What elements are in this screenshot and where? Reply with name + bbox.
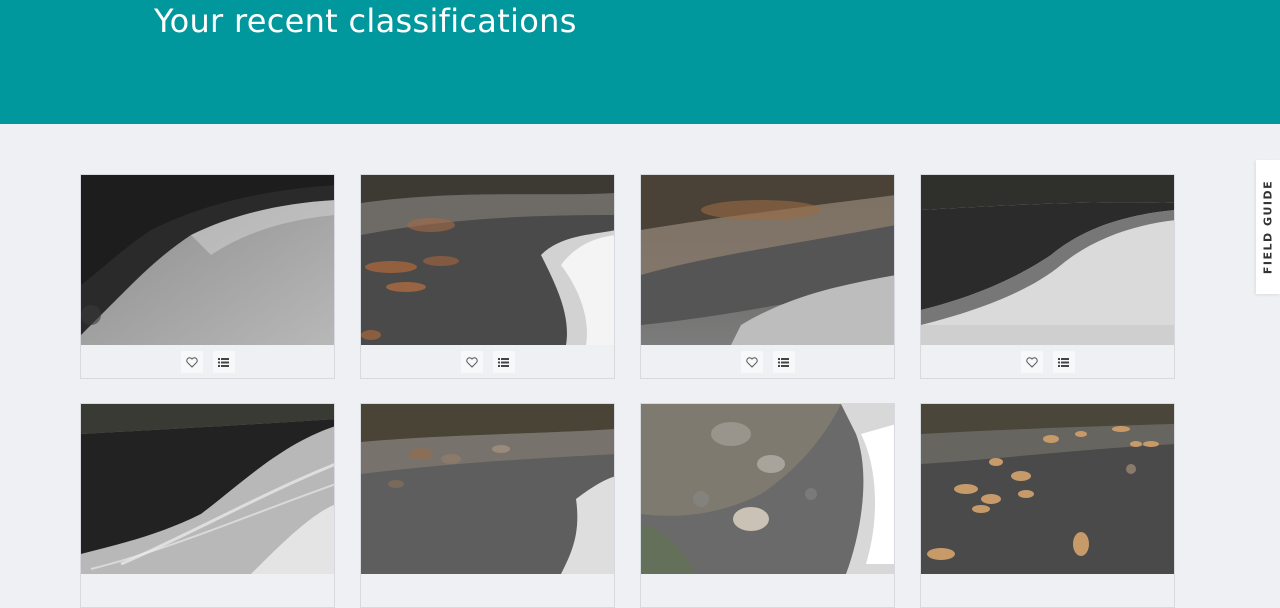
classification-card[interactable]	[920, 403, 1175, 608]
heart-outline-icon	[1025, 356, 1038, 368]
add-to-collection-button[interactable]	[772, 351, 795, 373]
subject-thumbnail[interactable]	[361, 404, 614, 574]
card-actions	[81, 345, 334, 379]
favorite-button[interactable]	[180, 351, 203, 373]
subject-thumbnail[interactable]	[81, 175, 334, 345]
page-header: Your recent classifications	[0, 0, 1280, 124]
list-icon	[1058, 357, 1069, 367]
heart-outline-icon	[185, 356, 198, 368]
field-guide-label: FIELD GUIDE	[1261, 179, 1275, 275]
classification-card[interactable]	[360, 403, 615, 608]
favorite-button[interactable]	[740, 351, 763, 373]
subject-thumbnail[interactable]	[81, 404, 334, 574]
classification-card[interactable]	[80, 403, 335, 608]
card-actions	[641, 345, 894, 379]
add-to-collection-button[interactable]	[1052, 351, 1075, 373]
favorite-button[interactable]	[1020, 351, 1043, 373]
classification-card[interactable]	[80, 174, 335, 379]
classifications-grid	[80, 174, 1176, 608]
subject-thumbnail[interactable]	[641, 175, 894, 345]
subject-thumbnail[interactable]	[921, 175, 1174, 345]
favorite-button[interactable]	[460, 351, 483, 373]
heart-outline-icon	[465, 356, 478, 368]
subject-thumbnail[interactable]	[641, 404, 894, 574]
subject-thumbnail[interactable]	[921, 404, 1174, 574]
subject-thumbnail[interactable]	[361, 175, 614, 345]
add-to-collection-button[interactable]	[492, 351, 515, 373]
list-icon	[218, 357, 229, 367]
classification-card[interactable]	[640, 174, 895, 379]
list-icon	[778, 357, 789, 367]
classification-card[interactable]	[360, 174, 615, 379]
page-title: Your recent classifications	[154, 2, 577, 40]
card-actions	[361, 345, 614, 379]
add-to-collection-button[interactable]	[212, 351, 235, 373]
classification-card[interactable]	[640, 403, 895, 608]
field-guide-tab[interactable]: FIELD GUIDE	[1256, 160, 1280, 294]
list-icon	[498, 357, 509, 367]
heart-outline-icon	[745, 356, 758, 368]
classification-card[interactable]	[920, 174, 1175, 379]
card-actions	[921, 345, 1174, 379]
